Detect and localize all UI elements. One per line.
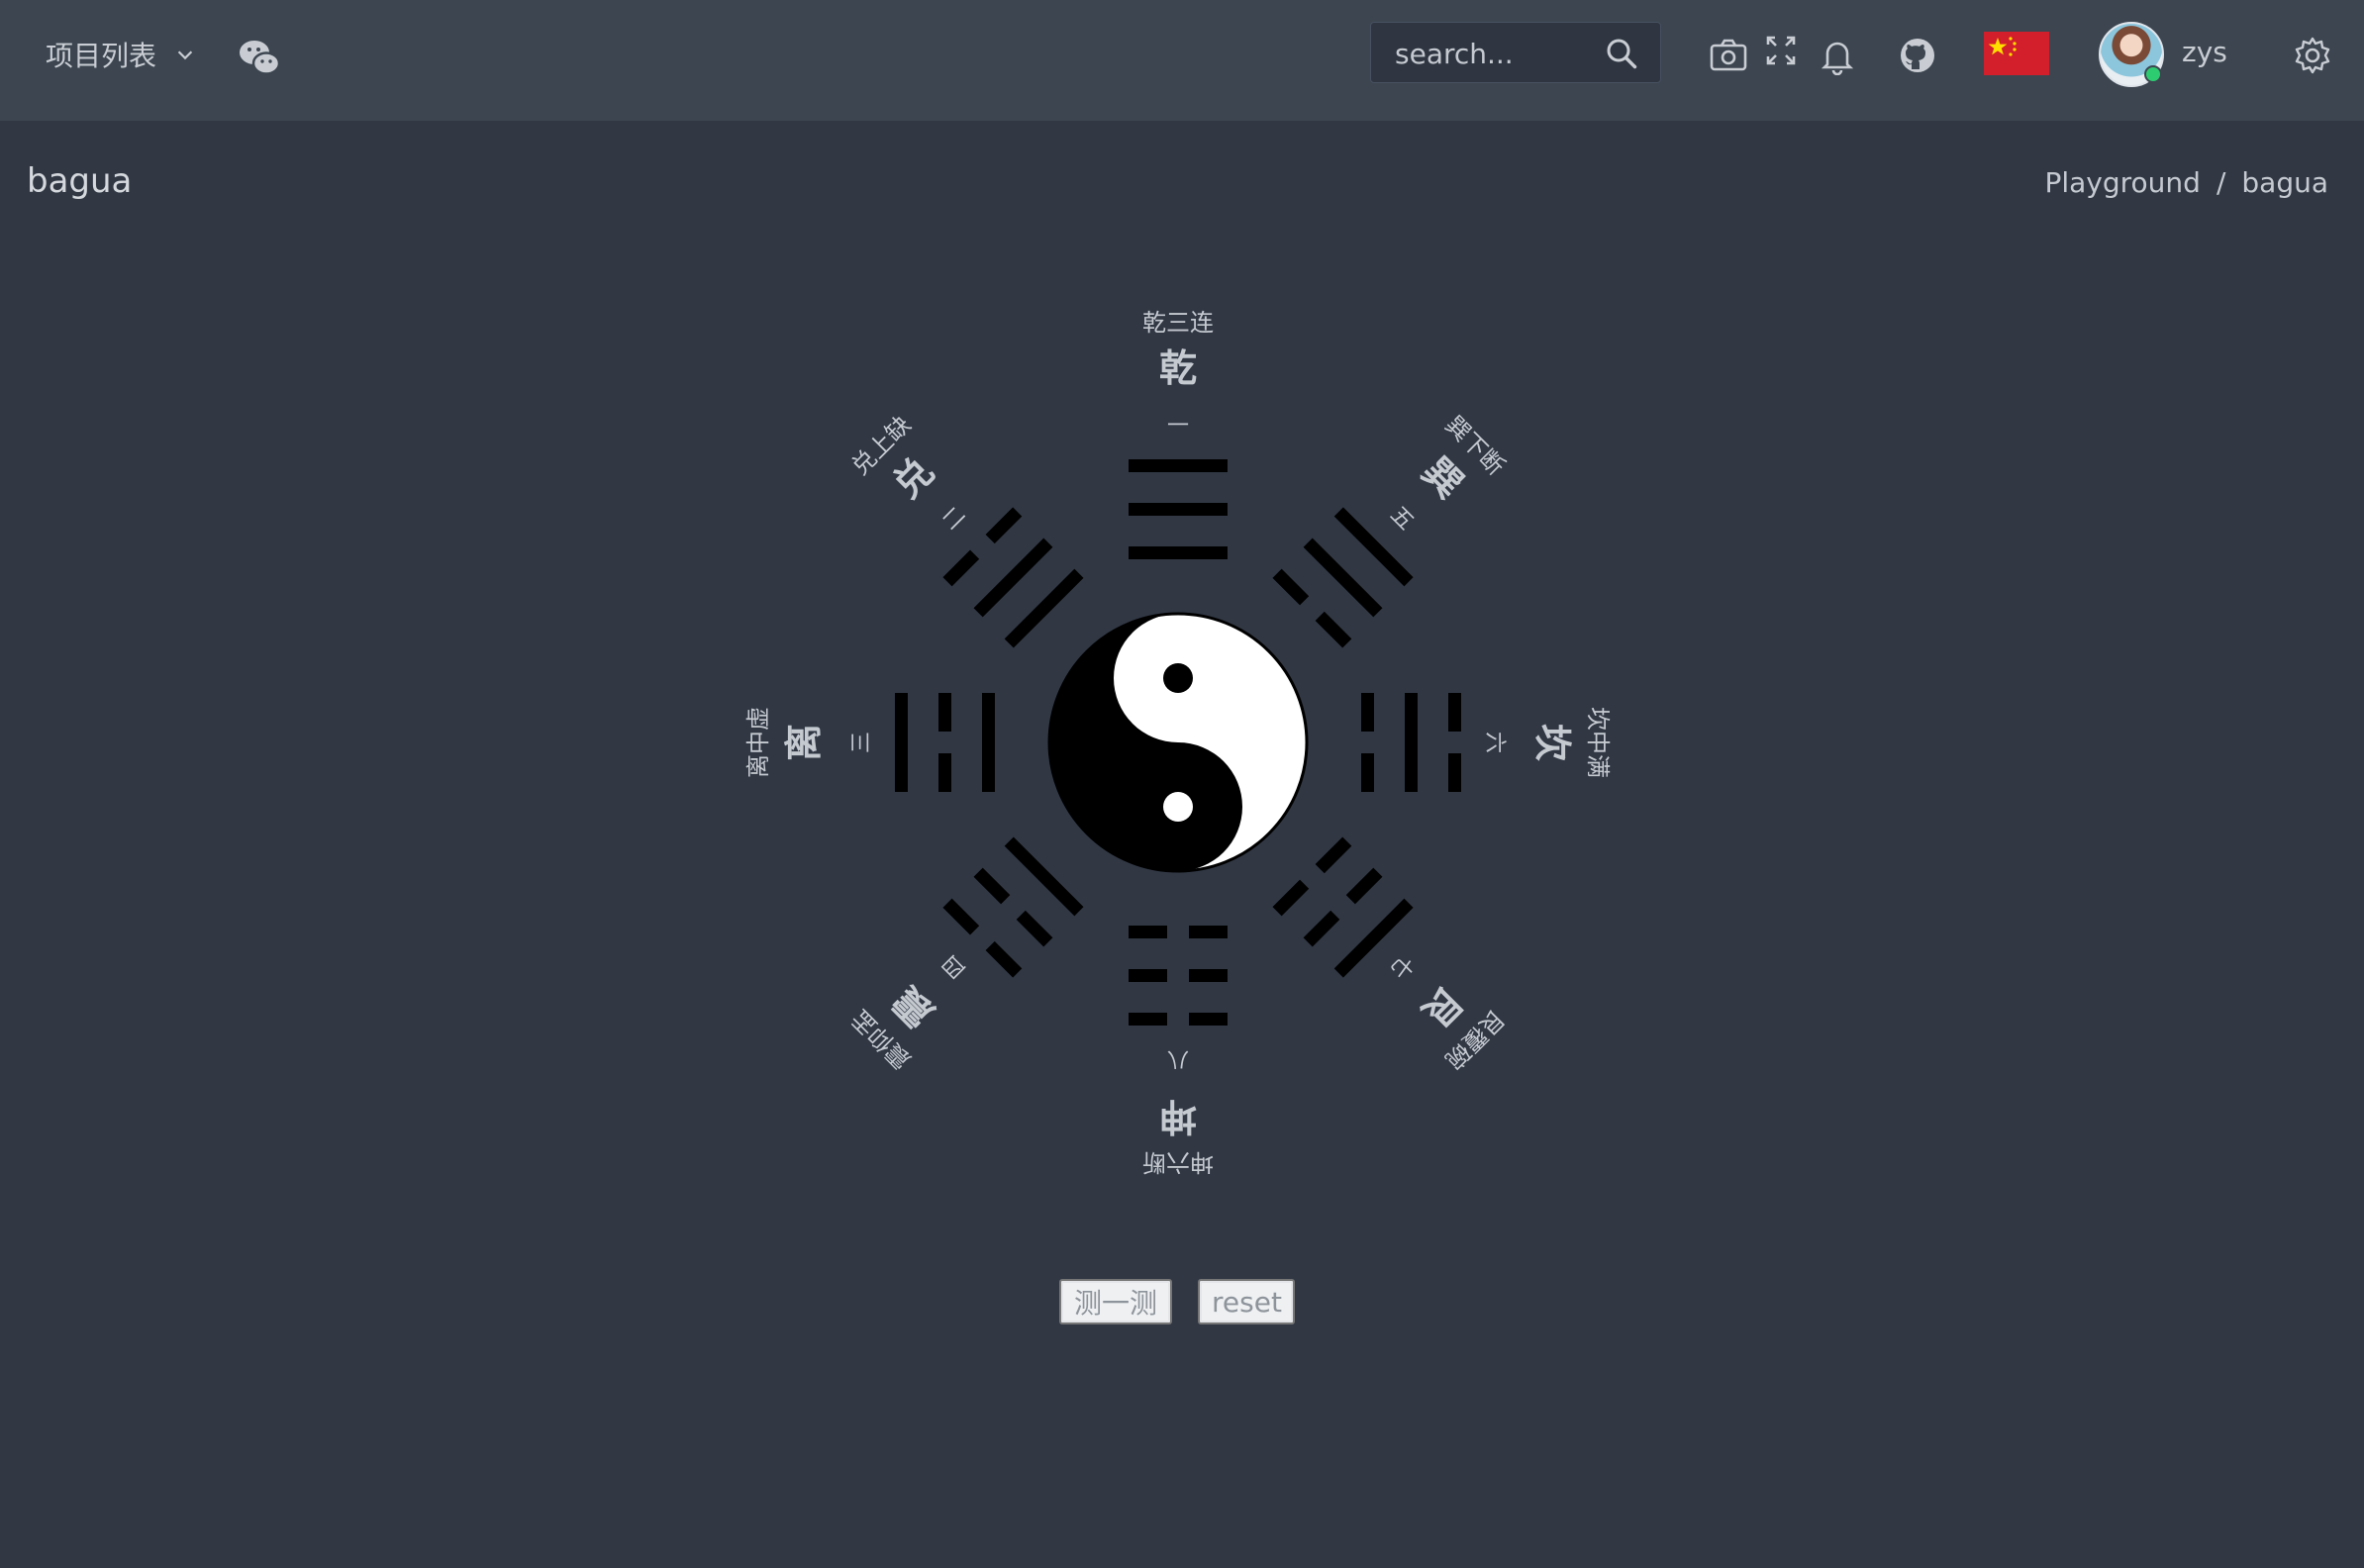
yin-line-left (1315, 836, 1352, 874)
yin-line-left (1189, 969, 1228, 982)
trigram-name: 震 (884, 978, 942, 1036)
yin-line-right (1361, 753, 1374, 792)
trigram-number: 六 (1482, 732, 1507, 753)
trigram-description: 坎中满 (1584, 707, 1612, 778)
yin-line-left (1189, 1013, 1228, 1026)
trigram-3[interactable]: 六 坎坎中满 (1361, 693, 1612, 792)
yin-line-left (1016, 910, 1053, 947)
trigram-2[interactable]: 五巽巽下断 (1272, 401, 1520, 648)
yin-line-right (1303, 910, 1340, 947)
yin-line-left (1448, 693, 1461, 732)
trigram-number: 一 (1167, 414, 1189, 439)
yin-line-right (1272, 879, 1310, 917)
trigram-4[interactable]: 七艮艮覆碗 (1272, 836, 1520, 1084)
trigram-number: 三 (849, 732, 874, 753)
yang-line (1129, 546, 1228, 559)
yin-line-left (985, 940, 1023, 978)
yin-line-left (1189, 926, 1228, 938)
yin-line-right (1129, 1013, 1167, 1026)
trigram-name: 艮 (1414, 978, 1472, 1036)
trigram-number: 七 (1385, 949, 1418, 982)
yin-line-left (1361, 693, 1374, 732)
trigram-8[interactable]: 二兑兑上缺 (837, 401, 1084, 648)
trigram-description: 坤六断 (1142, 1148, 1214, 1176)
trigram-6[interactable]: 四震震仰盂 (837, 836, 1084, 1084)
yin-line-left (1272, 568, 1310, 606)
yin-line-left (942, 549, 980, 587)
trigram-7[interactable]: 三 离离中虚 (744, 693, 995, 792)
trigram-name: 巽 (1414, 449, 1471, 507)
trigram-description: 乾三连 (1142, 309, 1214, 337)
trigram-1[interactable]: 一乾乾三连 (1129, 309, 1228, 559)
yang-line (1405, 693, 1418, 792)
trigram-number: 五 (1385, 502, 1418, 535)
trigram-name: 坤 (1159, 1095, 1197, 1138)
yin-line-right (938, 693, 951, 732)
yin-line-right (1448, 753, 1461, 792)
yin-line-left (1345, 867, 1383, 905)
trigram-description: 离中虚 (744, 707, 772, 778)
trigram-name: 兑 (885, 449, 942, 507)
yang-line (982, 693, 995, 792)
yang-line (1004, 836, 1084, 917)
yin-line-right (1129, 926, 1167, 938)
yang-line (1129, 503, 1228, 516)
trigram-name: 乾 (1159, 346, 1197, 390)
yin-yang-symbol[interactable] (1047, 612, 1309, 873)
yang-line (895, 693, 908, 792)
bagua-diagram: 一乾乾三连五巽巽下断六坎坎中满七艮艮覆碗八坤坤六断四震震仰盂三离离中虚二兑兑上缺 (744, 309, 1612, 1176)
yang-line (1129, 459, 1228, 472)
reset-button[interactable]: reset (1198, 1279, 1295, 1324)
yin-line-right (942, 898, 980, 935)
trigram-number: 二 (937, 502, 970, 535)
trigram-name: 离 (782, 724, 826, 761)
trigram-name: 坎 (1530, 724, 1574, 761)
yin-line-left (938, 753, 951, 792)
yin-line-right (1315, 611, 1352, 648)
trigram-number: 八 (1167, 1046, 1189, 1071)
test-button[interactable]: 测一测 (1059, 1279, 1172, 1324)
trigram-number: 四 (937, 949, 970, 982)
trigram-5[interactable]: 八坤坤六断 (1129, 926, 1228, 1176)
yin-line-right (973, 867, 1011, 905)
yin-line-right (1129, 969, 1167, 982)
yin-line-right (985, 507, 1023, 544)
